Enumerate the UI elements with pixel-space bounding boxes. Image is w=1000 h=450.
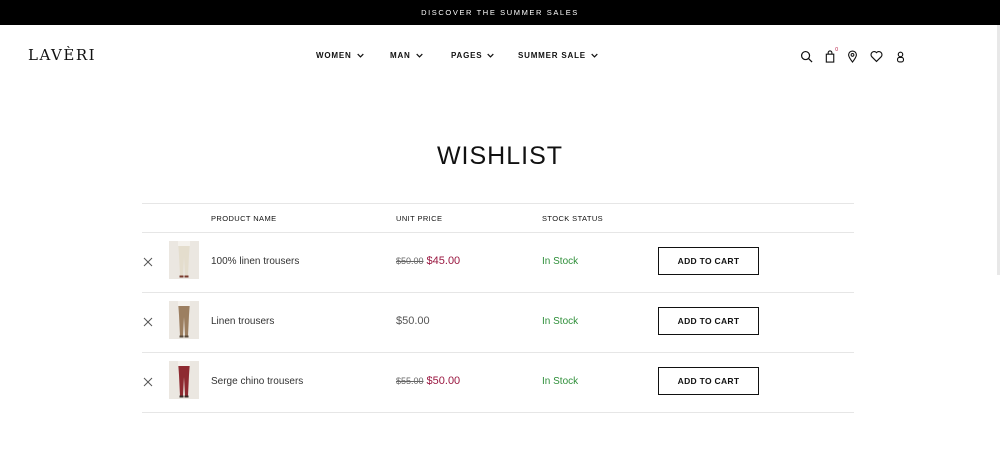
close-icon[interactable] [142,376,154,388]
header-unit-price: UNIT PRICE [396,214,443,223]
product-thumbnail[interactable] [169,301,199,339]
product-name-link[interactable]: Linen trousers [211,316,274,327]
table-row: 100% linen trousers $50.00 $45.00 In Stoc… [142,233,854,293]
header-stock-status: STOCK STATUS [542,214,604,223]
table-header: PRODUCT NAME UNIT PRICE STOCK STATUS [142,203,854,233]
announcement-text[interactable]: DISCOVER THE SUMMER SALES [421,8,579,17]
location-pin-icon[interactable] [844,48,860,64]
nav-item-pages[interactable]: PAGES [451,51,495,60]
nav-item-label: SUMMER SALE [518,51,586,60]
original-price: $55.00 [396,376,424,386]
product-name-link[interactable]: Serge chino trousers [211,376,303,387]
nav-item-label: PAGES [451,51,483,60]
stock-status: In Stock [542,256,579,267]
unit-price: $55.00 $50.00 [396,375,460,387]
shopping-bag-icon[interactable]: 0 [822,47,838,64]
sale-price: $50.00 [426,375,461,387]
regular-price: $50.00 [396,315,430,327]
nav-item-label: MAN [390,51,411,60]
site-header: LAVÈRI WOMEN MAN PAGES SUMMER SALE 0 [0,25,1000,87]
close-icon[interactable] [142,316,154,328]
chevron-down-icon [487,53,495,58]
unit-price: $50.00 $45.00 [396,255,460,267]
product-image [169,361,199,399]
page-title: WISHLIST [436,142,564,170]
cart-count-badge: 0 [835,47,838,53]
nav-item-label: WOMEN [316,51,352,60]
stock-status: In Stock [542,316,579,327]
heart-icon[interactable] [868,48,884,64]
table-row: Serge chino trousers $55.00 $50.00 In Sto… [142,353,854,413]
nav-item-man[interactable]: MAN [390,51,423,60]
original-price: $50.00 [396,256,424,266]
product-thumbnail[interactable] [169,241,199,279]
announcement-bar: DISCOVER THE SUMMER SALES [0,0,1000,25]
unit-price: $50.00 [396,315,430,327]
sale-price: $45.00 [426,255,461,267]
add-to-cart-button[interactable]: ADD TO CART [658,367,759,395]
close-icon[interactable] [142,256,154,268]
stock-status: In Stock [542,376,579,387]
product-image [169,301,199,339]
search-icon[interactable] [798,48,814,64]
chevron-down-icon [415,53,423,58]
table-row: Linen trousers $50.00 In Stock ADD TO CA… [142,293,854,353]
chevron-down-icon [356,53,364,58]
product-thumbnail[interactable] [169,361,199,399]
header-product-name: PRODUCT NAME [211,214,277,223]
chevron-down-icon [591,53,598,58]
nav-item-summer-sale[interactable]: SUMMER SALE [518,51,598,60]
add-to-cart-button[interactable]: ADD TO CART [658,307,759,335]
user-icon[interactable] [892,48,908,64]
product-name-link[interactable]: 100% linen trousers [211,256,299,267]
nav-item-women[interactable]: WOMEN [316,51,364,60]
product-image [169,241,199,279]
add-to-cart-button[interactable]: ADD TO CART [658,247,759,275]
wishlist-table: PRODUCT NAME UNIT PRICE STOCK STATUS 100… [142,203,854,413]
